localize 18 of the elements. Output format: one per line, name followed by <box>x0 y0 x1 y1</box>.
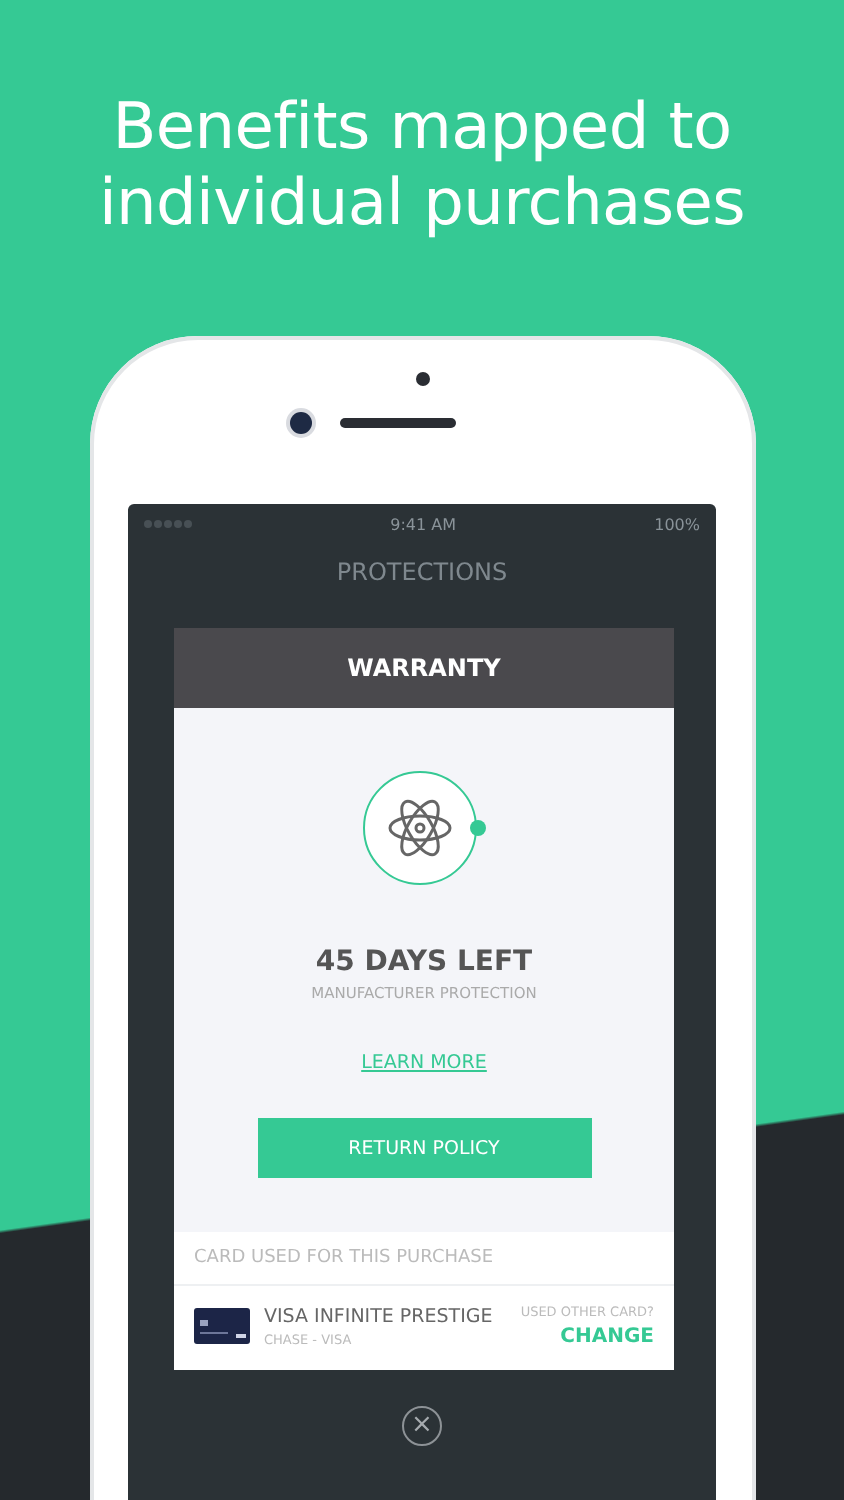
learn-more-link[interactable]: LEARN MORE <box>361 1052 487 1074</box>
speaker-grille <box>340 418 456 428</box>
atom-icon <box>360 766 488 890</box>
return-policy-button[interactable]: RETURN POLICY <box>257 1118 591 1178</box>
camera-lens <box>290 412 312 434</box>
card-name: VISA INFINITE PRESTIGE <box>264 1305 495 1327</box>
days-left: 45 DAYS LEFT <box>315 946 533 978</box>
headline: Benefits mapped to <box>112 88 732 164</box>
change-button[interactable]: CHANGE <box>560 1326 654 1348</box>
credit-card-icon <box>194 1308 250 1344</box>
modal-title: WARRANTY <box>174 628 674 708</box>
close-button[interactable]: × <box>402 1406 442 1446</box>
screen-title: PROTECTIONS <box>334 558 510 590</box>
battery-level: 100% <box>654 515 700 533</box>
status-time: 9:41 AM <box>390 515 456 533</box>
card-section-heading: CARD USED FOR THIS PURCHASE <box>174 1232 674 1286</box>
headline: individual purchases <box>98 164 746 240</box>
sensor-dot <box>416 372 430 386</box>
